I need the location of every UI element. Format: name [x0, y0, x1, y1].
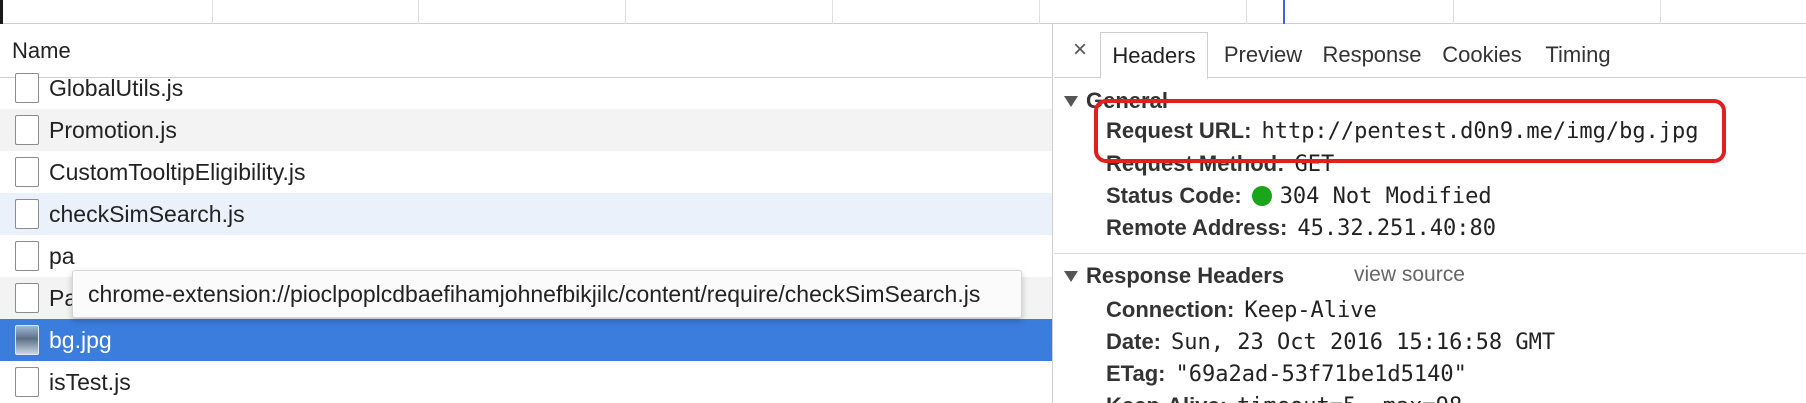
request-name: Promotion.js: [49, 116, 177, 143]
connection-row: Connection: Keep-Alive: [1106, 295, 1377, 325]
file-icon: [15, 73, 39, 103]
keep-alive-row: Keep-Alive: timeout=5, max=98: [1106, 391, 1462, 403]
timeline-gridline: [1039, 0, 1040, 24]
url-tooltip: chrome-extension://pioclpoplcdbaefihamjo…: [72, 270, 1022, 318]
request-row-selected[interactable]: bg.jpg: [0, 319, 1052, 361]
connection-label: Connection:: [1106, 297, 1235, 322]
request-details-pane: × Headers Preview Response Cookies Timin…: [1054, 24, 1806, 403]
request-url-highlight: [1094, 99, 1726, 163]
tab-response[interactable]: Response: [1316, 32, 1428, 78]
timeline-gridline: [625, 0, 626, 24]
date-value: Sun, 23 Oct 2016 15:16:58 GMT: [1171, 329, 1556, 355]
date-label: Date:: [1106, 329, 1162, 354]
status-code-value: 304 Not Modified: [1279, 183, 1492, 209]
request-name: GlobalUtils.js: [49, 74, 184, 101]
request-row[interactable]: GlobalUtils.js: [0, 67, 1052, 109]
etag-label: ETag:: [1106, 361, 1166, 386]
connection-value: Keep-Alive: [1244, 297, 1377, 323]
file-icon: [15, 199, 39, 229]
response-headers-title: Response Headers: [1086, 263, 1285, 288]
request-row[interactable]: isTest.js: [0, 361, 1052, 403]
date-row: Date: Sun, 23 Oct 2016 15:16:58 GMT: [1106, 327, 1555, 357]
name-column-label: Name: [12, 37, 71, 63]
file-icon: [15, 241, 39, 271]
image-icon: [15, 325, 39, 355]
etag-value: "69a2ad-53f71be1d5140": [1175, 361, 1467, 387]
tab-headers[interactable]: Headers: [1100, 32, 1208, 79]
tab-preview[interactable]: Preview: [1214, 32, 1312, 78]
keep-alive-value: timeout=5, max=98: [1237, 394, 1462, 403]
request-name: checkSimSearch.js: [49, 200, 245, 227]
timeline-gridline: [1660, 0, 1661, 24]
request-name: isTest.js: [49, 368, 131, 395]
timeline-gridline: [1246, 0, 1247, 24]
file-icon: [15, 283, 39, 313]
remote-address-value: 45.32.251.40:80: [1297, 215, 1497, 241]
remote-address-label: Remote Address:: [1106, 215, 1288, 240]
keep-alive-label: Keep-Alive:: [1106, 393, 1227, 403]
collapse-triangle-icon: [1064, 270, 1078, 282]
file-icon: [15, 115, 39, 145]
file-icon: [15, 157, 39, 187]
status-code-label: Status Code:: [1106, 183, 1242, 208]
file-icon: [15, 367, 39, 397]
request-row[interactable]: CustomTooltipEligibility.js: [0, 151, 1052, 193]
collapse-triangle-icon: [1064, 95, 1078, 107]
close-icon[interactable]: ×: [1068, 36, 1092, 64]
status-code-row: Status Code: 304 Not Modified: [1106, 181, 1492, 211]
details-tabbar: × Headers Preview Response Cookies Timin…: [1054, 24, 1806, 79]
request-row[interactable]: Promotion.js: [0, 109, 1052, 151]
request-name: pa: [49, 242, 75, 269]
request-name: bg.jpg: [49, 326, 112, 353]
etag-row: ETag: "69a2ad-53f71be1d5140": [1106, 359, 1467, 389]
timeline-gridline: [1453, 0, 1454, 24]
requests-pane: Name GlobalUtils.js Promotion.js CustomT…: [0, 24, 1053, 403]
request-row[interactable]: checkSimSearch.js: [0, 193, 1052, 235]
response-headers-section-toggle[interactable]: Response Headers: [1064, 260, 1284, 292]
timeline-gridline: [832, 0, 833, 24]
timeline-overview[interactable]: [0, 0, 1806, 24]
request-name: CustomTooltipEligibility.js: [49, 158, 306, 185]
timeline-gridline: [212, 0, 213, 24]
status-ok-icon: [1251, 186, 1272, 206]
view-source-link[interactable]: view source: [1354, 263, 1465, 287]
timeline-load-marker: [1283, 0, 1285, 24]
tab-timing[interactable]: Timing: [1536, 32, 1620, 78]
timeline-edge: [0, 0, 3, 24]
section-divider: [1054, 253, 1806, 254]
remote-address-row: Remote Address: 45.32.251.40:80: [1106, 213, 1496, 243]
timeline-gridline: [418, 0, 419, 24]
tab-cookies[interactable]: Cookies: [1432, 32, 1532, 78]
